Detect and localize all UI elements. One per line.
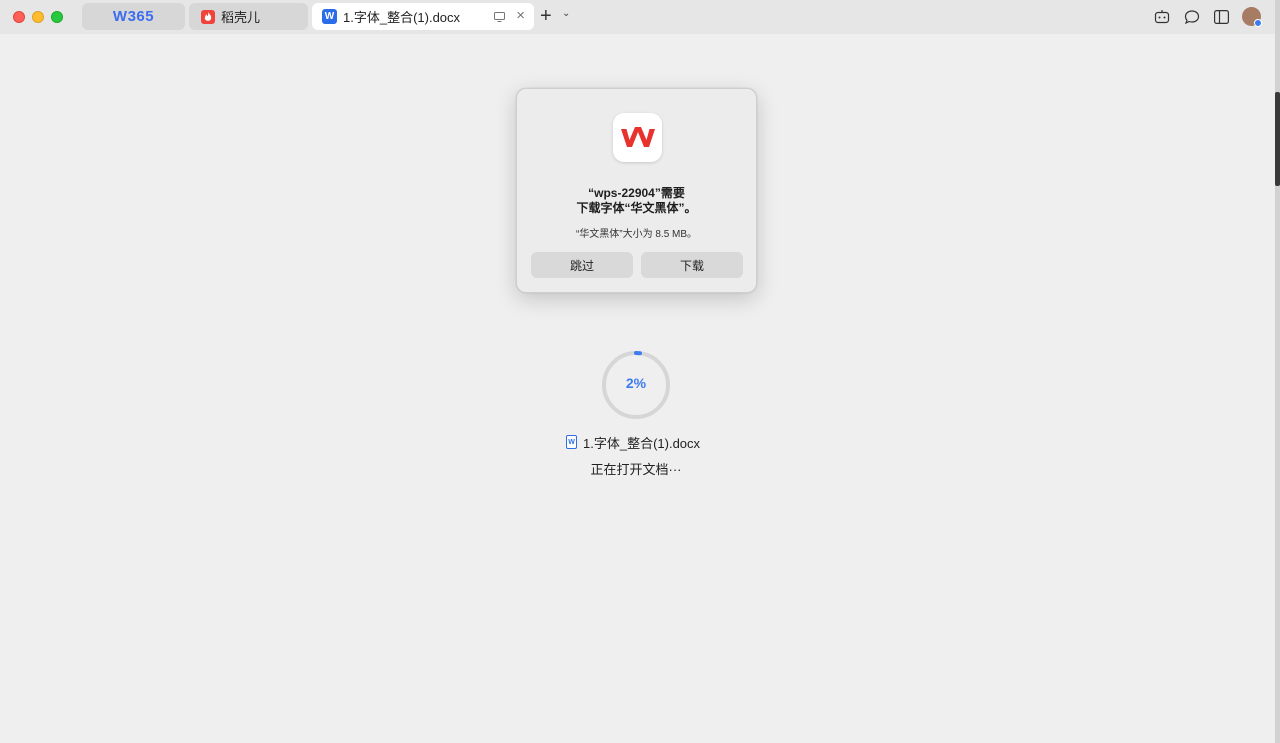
tab-docer[interactable]: 稻壳儿	[189, 3, 308, 30]
monitor-icon[interactable]	[494, 10, 505, 25]
close-window-button[interactable]	[13, 11, 25, 23]
dialog-title-line1: “wps-22904”需要	[588, 186, 685, 200]
file-name: 1.字体_整合(1).docx	[583, 435, 701, 451]
tab-menu-chevron-icon[interactable]: ⌄	[562, 8, 570, 19]
tab-w365-home[interactable]: W365	[82, 3, 185, 30]
loading-status: 正在打开文档···	[590, 462, 682, 477]
docer-icon	[201, 9, 215, 24]
dialog-message: “华文黑体”大小为 8.5 MB。	[575, 229, 698, 240]
tab-label: W365	[112, 8, 155, 25]
skip-button[interactable]: 跳过	[531, 252, 633, 278]
scrollbar-thumb[interactable]	[1275, 92, 1280, 186]
tab-document[interactable]: W 1.字体_整合(1).docx ×	[312, 3, 534, 30]
chat-bubble-icon[interactable]	[1183, 8, 1201, 26]
close-tab-icon[interactable]: ×	[516, 7, 525, 24]
word-doc-icon: W	[322, 9, 337, 24]
sidebar-toggle-icon[interactable]	[1212, 8, 1230, 26]
title-bar: W365 稻壳儿 W 1.字体_整合(1).docx × + ⌄	[0, 0, 1275, 34]
download-button[interactable]: 下载	[641, 252, 743, 278]
new-tab-button[interactable]: +	[540, 5, 552, 27]
word-file-icon: W	[566, 435, 577, 449]
tab-label: 稻壳儿	[221, 10, 261, 25]
font-download-dialog: “wps-22904”需要 下载字体“华文黑体”。 “华文黑体”大小为 8.5 …	[516, 88, 757, 293]
minimize-window-button[interactable]	[32, 11, 44, 23]
progress-percent: 2%	[625, 375, 647, 391]
ai-assistant-icon[interactable]	[1153, 8, 1171, 26]
wps-app-icon	[613, 113, 662, 162]
avatar-status-badge	[1254, 19, 1262, 27]
tab-label: 1.字体_整合(1).docx	[343, 10, 461, 25]
zoom-window-button[interactable]	[51, 11, 63, 23]
dialog-title-line2: 下载字体“华文黑体”。	[576, 201, 697, 215]
w365-logo: W365	[113, 8, 154, 25]
opening-file: W 1.字体_整合(1).docx	[566, 433, 700, 451]
